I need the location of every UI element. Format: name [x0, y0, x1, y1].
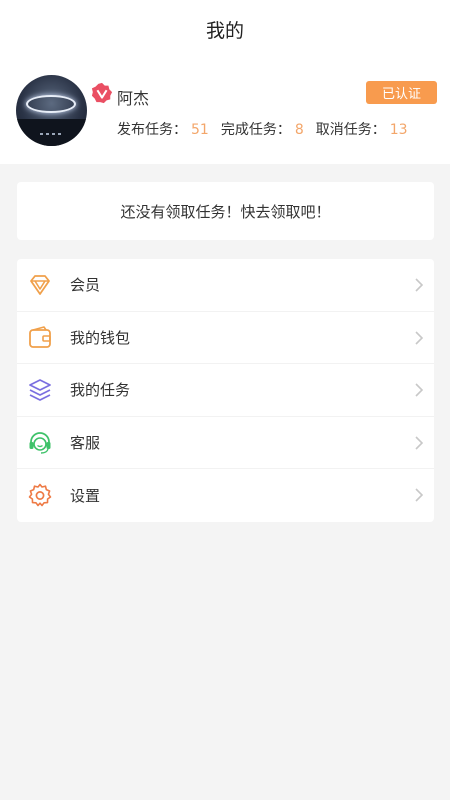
menu-item-label: 客服: [70, 433, 101, 452]
chevron-right-icon: [415, 488, 424, 502]
menu-item-label: 会员: [70, 276, 101, 295]
empty-task-notice[interactable]: 还没有领取任务！快去领取吧！: [17, 182, 434, 240]
username: 阿杰: [117, 89, 150, 108]
menu-item-label: 我的任务: [70, 381, 131, 400]
profile-card: 阿杰 已认证 发布任务： 51 完成任务： 8 取消任务： 13: [0, 58, 450, 164]
menu-item-label: 设置: [70, 486, 101, 505]
avatar-ring-graphic: [26, 95, 76, 113]
stat-published[interactable]: 发布任务： 51: [117, 119, 209, 139]
menu-item-settings[interactable]: 设置: [17, 469, 434, 522]
top-bar: 我的: [0, 0, 450, 58]
page-title: 我的: [205, 19, 244, 42]
menu-item-label: 我的钱包: [70, 328, 131, 347]
menu-item-my-tasks[interactable]: 我的任务: [17, 364, 434, 417]
wallet-icon: [29, 325, 51, 348]
chevron-right-icon: [415, 330, 424, 345]
chevron-right-icon: [415, 383, 424, 397]
stat-cancelled[interactable]: 取消任务： 13: [316, 119, 408, 139]
menu-item-customer-service[interactable]: 客服: [17, 417, 434, 469]
headset-icon: [29, 431, 51, 454]
layers-icon: [29, 379, 51, 401]
gear-icon: [28, 483, 52, 507]
stat-completed[interactable]: 完成任务： 8: [221, 119, 304, 139]
menu-item-wallet[interactable]: 我的钱包: [17, 312, 434, 364]
verified-badge: 已认证: [366, 81, 437, 104]
chevron-right-icon: [415, 435, 424, 450]
chevron-right-icon: [415, 278, 424, 292]
diamond-icon: [30, 275, 50, 295]
menu-list: 会员 我的钱包 我的任务 客服 设置: [17, 259, 434, 522]
avatar[interactable]: [16, 75, 87, 146]
notice-text: 还没有领取任务！快去领取吧！: [120, 202, 331, 221]
vip-badge-icon: [91, 82, 113, 104]
task-stats: 发布任务： 51 完成任务： 8 取消任务： 13: [117, 119, 420, 139]
menu-item-membership[interactable]: 会员: [17, 259, 434, 312]
